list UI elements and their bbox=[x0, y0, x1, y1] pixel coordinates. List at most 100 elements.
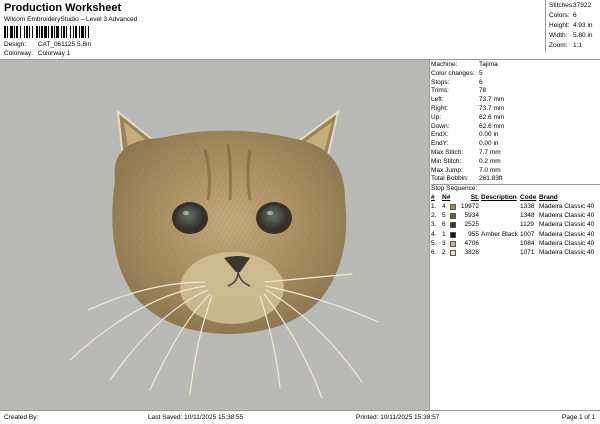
header-needle: N# bbox=[442, 194, 451, 201]
thread-color-swatch bbox=[450, 222, 456, 229]
row-needle: 5 bbox=[442, 212, 446, 220]
stat-label: Width: bbox=[549, 32, 568, 39]
barcode bbox=[4, 26, 130, 38]
row-stitches: 4706 bbox=[464, 239, 479, 247]
property-row: Up: 62.6 mm bbox=[431, 114, 600, 121]
design-info: Design: CAT_061125 5,8in bbox=[4, 41, 91, 48]
header-code: Code bbox=[520, 194, 537, 201]
right-eye-highlight bbox=[267, 211, 273, 215]
row-stitches: 2525 bbox=[464, 221, 479, 229]
thread-color-swatch bbox=[450, 231, 456, 238]
sequence-row: 4. 1 955 Amber Black 1007 Madeira Classic 40 bbox=[431, 231, 600, 240]
page-title: Production Worksheet bbox=[4, 2, 122, 14]
property-value: 78 bbox=[479, 87, 487, 95]
property-row: Min Stitch: 0.2 mm bbox=[431, 158, 600, 165]
design-value: CAT_061125 5,8in bbox=[37, 41, 92, 48]
property-value: 0.00 in bbox=[479, 140, 499, 148]
stat-label: Zoom: bbox=[549, 42, 568, 49]
sequence-row: 2. 5 5934 1348 Madeira Classic 40 bbox=[431, 212, 600, 221]
row-stitches: 5934 bbox=[464, 212, 479, 220]
row-brand: Madeira Classic 40 bbox=[539, 249, 595, 256]
property-label: Trims: bbox=[431, 87, 449, 95]
property-value: 62.6 mm bbox=[479, 122, 505, 130]
stat-colors: Colors: 6 bbox=[549, 12, 600, 19]
cat-embroidery-image bbox=[69, 109, 379, 399]
property-row: Total Bobbin: 261.83ft bbox=[431, 175, 600, 182]
property-label: EndY: bbox=[431, 140, 449, 148]
stat-value: 1:1 bbox=[573, 42, 583, 49]
properties-panel: Machine: Tajima Color changes: 5 Stops: 6 Trim… bbox=[431, 60, 600, 410]
row-needle: 2 bbox=[442, 249, 446, 256]
stat-height: Height: 4.93 in bbox=[549, 22, 600, 29]
row-description: Amber Black bbox=[481, 230, 518, 238]
stat-width: Width: 5.80 in bbox=[549, 32, 600, 39]
property-row: Max Stitch: 7.7 mm bbox=[431, 149, 600, 156]
row-needle: 1 bbox=[442, 230, 446, 238]
design-label: Design: bbox=[4, 41, 27, 48]
page-number: Page 1 of 1 bbox=[562, 414, 596, 421]
row-stitches: 955 bbox=[468, 230, 479, 238]
stat-value: 5.80 in bbox=[573, 32, 593, 39]
design-preview bbox=[0, 60, 430, 410]
header-num: # bbox=[431, 194, 435, 201]
row-brand: Madeira Classic 40 bbox=[539, 203, 595, 210]
property-row: Max Jump: 7.0 mm bbox=[431, 167, 600, 174]
row-code: 1007 bbox=[520, 230, 535, 238]
stat-value: 6 bbox=[573, 12, 577, 19]
row-code: 1348 bbox=[520, 212, 535, 220]
property-row: Stops: 6 bbox=[431, 79, 600, 86]
property-value: 5 bbox=[479, 69, 483, 77]
row-needle: 6 bbox=[442, 221, 446, 229]
created-by: Created By: bbox=[4, 414, 39, 421]
stat-stitches: Stitches:37922 bbox=[549, 2, 600, 9]
header-stitches: St. bbox=[470, 194, 479, 201]
stat-value: 37922 bbox=[573, 2, 592, 9]
row-brand: Madeira Classic 40 bbox=[539, 221, 595, 229]
property-label: Down: bbox=[431, 122, 450, 130]
row-stitches: 3828 bbox=[464, 249, 479, 256]
left-eye bbox=[176, 205, 204, 231]
row-brand: Madeira Classic 40 bbox=[539, 212, 595, 220]
stats-box: Stitches:37922 Colors: 6 Height: 4.93 in W… bbox=[545, 0, 600, 52]
row-needle: 3 bbox=[442, 239, 446, 247]
row-num: 6. bbox=[431, 249, 437, 256]
property-row: Color changes: 5 bbox=[431, 70, 600, 77]
sequence-row: 3. 6 2525 1129 Madeira Classic 40 bbox=[431, 221, 600, 230]
row-code: 1071 bbox=[520, 249, 535, 256]
property-label: Max Jump: bbox=[431, 166, 463, 174]
property-row: Down: 62.6 mm bbox=[431, 123, 600, 130]
worksheet-footer: Created By: Last Saved: 10/11/2025 15:38… bbox=[0, 410, 600, 424]
row-code: 1129 bbox=[520, 221, 534, 229]
thread-color-swatch bbox=[450, 240, 456, 247]
property-label: Up: bbox=[431, 113, 442, 121]
sequence-row: 1. 4 19972 1338 Madeira Classic 40 bbox=[431, 203, 600, 212]
property-row: Trims: 78 bbox=[431, 87, 600, 94]
property-label: Stops: bbox=[431, 78, 450, 86]
header-description: Description bbox=[481, 194, 517, 201]
row-num: 4. bbox=[431, 230, 437, 238]
property-value: 62.6 mm bbox=[479, 113, 505, 121]
sequence-row: 5. 3 4706 1084 Madeira Classic 40 bbox=[431, 240, 600, 249]
property-value: Tajima bbox=[479, 61, 498, 68]
colorway-value: Colorway 1 bbox=[37, 50, 71, 57]
software-subtitle: Wilcom EmbroideryStudio – Level 3 Advanc… bbox=[4, 16, 138, 23]
property-label: Machine: bbox=[431, 61, 458, 68]
stat-zoom: Zoom: 1:1 bbox=[549, 42, 600, 49]
row-num: 1. bbox=[431, 203, 437, 210]
thread-color-swatch bbox=[450, 213, 456, 220]
printed-date: Printed: 10/11/2025 15:38:57 bbox=[356, 414, 440, 421]
property-label: Right: bbox=[431, 105, 448, 112]
property-label: Total Bobbin: bbox=[431, 175, 469, 183]
property-row: Right: 73.7 mm bbox=[431, 105, 600, 112]
thread-color-swatch bbox=[450, 250, 456, 256]
property-value: 7.7 mm bbox=[479, 149, 501, 156]
stat-label: Stitches: bbox=[549, 2, 574, 9]
property-row: Machine: Tajima bbox=[431, 61, 600, 68]
row-num: 5. bbox=[431, 239, 437, 247]
header-brand: Brand bbox=[539, 194, 558, 201]
row-brand: Madeira Classic 40 bbox=[539, 239, 595, 247]
row-code: 1338 bbox=[520, 203, 535, 210]
property-row: Left: 73.7 mm bbox=[431, 96, 600, 103]
colorway-label: Colorway: bbox=[4, 50, 33, 57]
property-label: Min Stitch: bbox=[431, 157, 462, 165]
